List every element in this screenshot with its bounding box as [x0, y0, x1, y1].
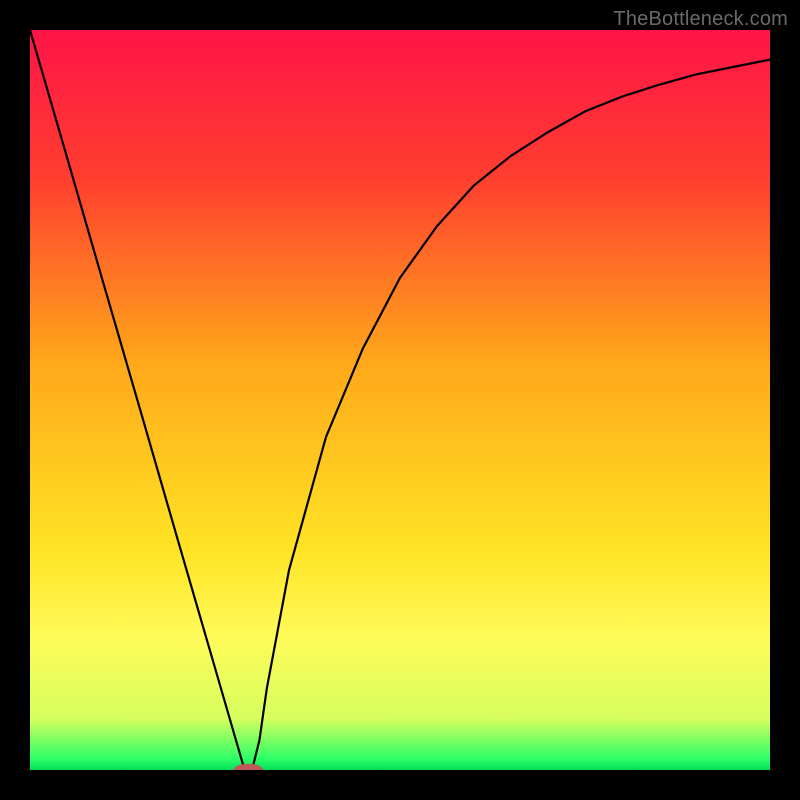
gradient-background — [30, 30, 770, 770]
watermark-text: TheBottleneck.com — [613, 8, 788, 31]
chart-frame: TheBottleneck.com — [0, 0, 800, 800]
chart-svg — [30, 30, 770, 770]
plot-area — [30, 30, 770, 770]
